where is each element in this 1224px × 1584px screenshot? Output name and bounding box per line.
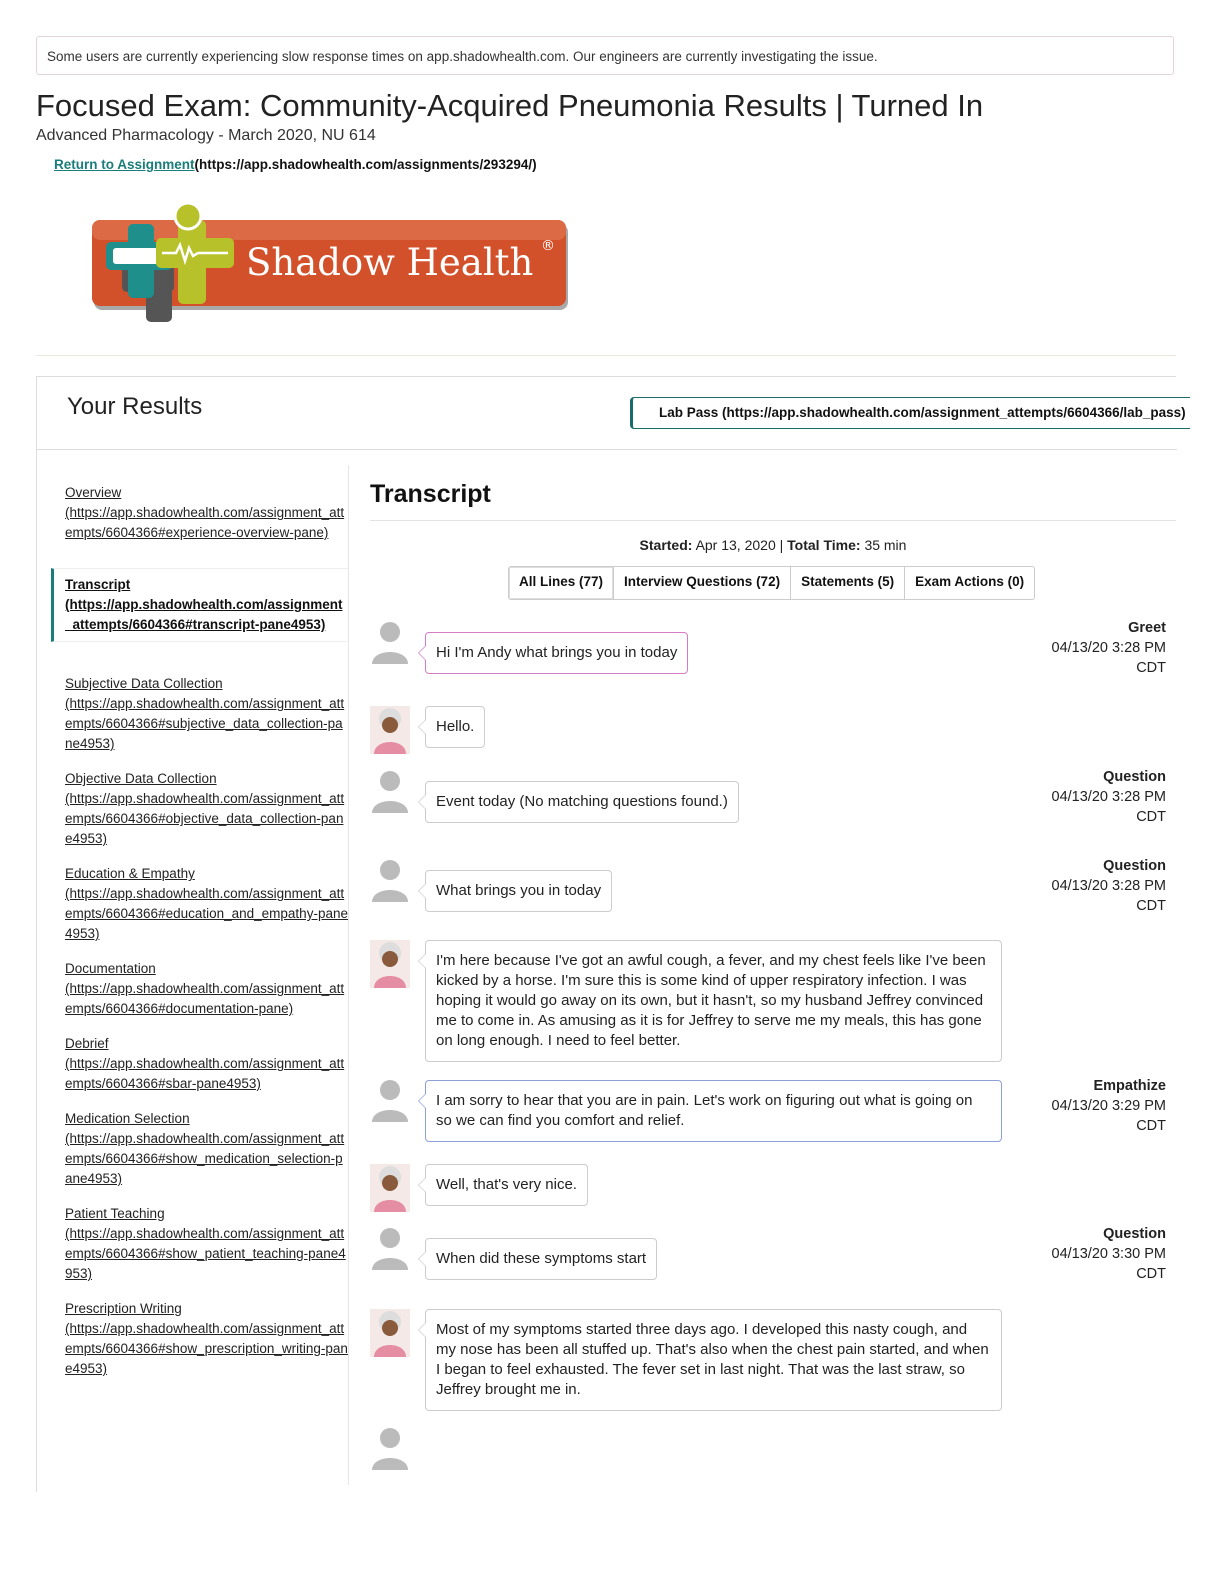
line-type: Empathize xyxy=(1093,1078,1166,1094)
sidebar-item-url: (https://app.shadowhealth.com/assignment… xyxy=(65,597,343,632)
line-meta: Greet 04/13/20 3:28 PM CDT xyxy=(1052,618,1166,678)
line-meta: Question 04/13/20 3:30 PM CDT xyxy=(1052,1224,1166,1284)
line-meta: Question 04/13/20 3:28 PM CDT xyxy=(1052,856,1166,916)
sidebar-item-transcript[interactable]: Transcript (https://app.shadowhealth.com… xyxy=(51,568,349,642)
sidebar-item-url: (https://app.shadowhealth.com/assignment… xyxy=(65,696,345,751)
student-avatar-icon xyxy=(370,767,410,815)
sidebar-item-url: (https://app.shadowhealth.com/assignment… xyxy=(65,1056,345,1091)
message-bubble: I am sorry to hear that you are in pain.… xyxy=(418,1080,1002,1142)
message-bubble: When did these symptoms start xyxy=(417,1238,658,1280)
transcript-filter-tabs: All Lines (77) Interview Questions (72) … xyxy=(508,566,1036,600)
patient-avatar-icon xyxy=(370,1164,410,1212)
sidebar-item-url: (https://app.shadowhealth.com/assignment… xyxy=(65,886,348,941)
total-time-value: 35 min xyxy=(864,537,907,553)
student-avatar-icon xyxy=(370,1224,410,1272)
line-type: Question xyxy=(1103,858,1166,874)
tab-interview-questions[interactable]: Interview Questions (72) xyxy=(614,567,792,599)
sidebar-item-label: Subjective Data Collection xyxy=(65,676,223,691)
return-url: (https://app.shadowhealth.com/assignment… xyxy=(194,157,537,172)
sidebar-item-label: Objective Data Collection xyxy=(65,771,217,786)
transcript-title: Transcript xyxy=(370,480,491,508)
patient-avatar-icon xyxy=(370,940,410,988)
line-timezone: CDT xyxy=(1136,898,1166,914)
message-bubble: Hello. xyxy=(417,706,486,748)
message-bubble: I'm here because I've got an awful cough… xyxy=(418,940,1002,1062)
line-time: 04/13/20 3:28 PM xyxy=(1051,640,1166,656)
results-sidebar: Overview (https://app.shadowhealth.com/a… xyxy=(51,465,349,1485)
student-avatar-icon xyxy=(370,856,410,904)
line-timezone: CDT xyxy=(1136,1118,1166,1134)
course-subtitle: Advanced Pharmacology - March 2020, NU 6… xyxy=(36,127,376,144)
tab-all-lines[interactable]: All Lines (77) xyxy=(509,567,615,599)
sidebar-item-prescription-writing[interactable]: Prescription Writing (https://app.shadow… xyxy=(51,1299,349,1379)
notice-banner: Some users are currently experiencing sl… xyxy=(36,36,1174,75)
results-title: Your Results xyxy=(67,393,203,420)
session-summary: Started: Apr 13, 2020 | Total Time: 35 m… xyxy=(370,537,1176,553)
line-time: 04/13/20 3:28 PM xyxy=(1051,789,1166,805)
results-header: Your Results Lab Pass (https://app.shado… xyxy=(37,377,1190,450)
sidebar-item-label: Documentation xyxy=(65,961,156,976)
student-avatar-icon xyxy=(370,618,410,666)
sidebar-item-documentation[interactable]: Documentation (https://app.shadowhealth.… xyxy=(51,959,349,1019)
sidebar-item-label: Transcript xyxy=(65,577,131,592)
sidebar-item-patient-teaching[interactable]: Patient Teaching (https://app.shadowheal… xyxy=(51,1204,349,1284)
sidebar-item-overview[interactable]: Overview (https://app.shadowhealth.com/a… xyxy=(51,483,349,543)
lab-pass-button[interactable]: Lab Pass (https://app.shadowhealth.com/a… xyxy=(630,397,1190,429)
line-type: Question xyxy=(1103,1226,1166,1242)
return-to-assignment: Return to Assignment(https://app.shadowh… xyxy=(54,157,537,172)
message-bubble: What brings you in today xyxy=(417,870,613,912)
total-time-label: Total Time: xyxy=(787,537,861,553)
patient-avatar-icon xyxy=(370,706,410,754)
patient-avatar-icon xyxy=(370,1309,410,1357)
line-type: Greet xyxy=(1128,620,1166,636)
logo-wordmark: Shadow Health xyxy=(246,241,533,284)
sidebar-item-debrief[interactable]: Debrief (https://app.shadowhealth.com/as… xyxy=(51,1034,349,1094)
sidebar-item-label: Debrief xyxy=(65,1036,109,1051)
tab-exam-actions[interactable]: Exam Actions (0) xyxy=(905,567,1034,599)
sidebar-item-url: (https://app.shadowhealth.com/assignment… xyxy=(65,1131,345,1186)
divider xyxy=(370,520,1176,521)
sidebar-item-label: Prescription Writing xyxy=(65,1301,182,1316)
page-title: Focused Exam: Community-Acquired Pneumon… xyxy=(36,88,984,123)
sidebar-item-url: (https://app.shadowhealth.com/assignment… xyxy=(65,1321,348,1376)
sidebar-item-url: (https://app.shadowhealth.com/assignment… xyxy=(65,791,345,846)
student-avatar-icon xyxy=(370,1424,410,1470)
message-bubble: Most of my symptoms started three days a… xyxy=(418,1309,1002,1411)
started-label: Started: xyxy=(639,537,693,553)
started-value: Apr 13, 2020 xyxy=(695,537,776,553)
sidebar-item-label: Medication Selection xyxy=(65,1111,190,1126)
divider xyxy=(36,355,1176,356)
line-timezone: CDT xyxy=(1136,809,1166,825)
sidebar-item-education-empathy[interactable]: Education & Empathy (https://app.shadowh… xyxy=(51,864,349,944)
line-timezone: CDT xyxy=(1136,1266,1166,1282)
sidebar-item-objective-data[interactable]: Objective Data Collection (https://app.s… xyxy=(51,769,349,849)
sidebar-item-label: Overview xyxy=(65,485,122,500)
sidebar-item-url: (https://app.shadowhealth.com/assignment… xyxy=(65,1226,346,1281)
sidebar-item-subjective-data[interactable]: Subjective Data Collection (https://app.… xyxy=(51,674,349,754)
message-bubble: Hi I'm Andy what brings you in today xyxy=(417,632,689,674)
message-bubble: Event today (No matching questions found… xyxy=(418,781,739,823)
logo-registered-mark: ® xyxy=(541,238,555,254)
message-bubble: Well, that's very nice. xyxy=(418,1164,588,1206)
sidebar-item-url: (https://app.shadowhealth.com/assignment… xyxy=(65,981,345,1016)
line-meta: Empathize 04/13/20 3:29 PM CDT xyxy=(1052,1076,1166,1136)
student-avatar-icon xyxy=(370,1076,410,1124)
sidebar-item-url: (https://app.shadowhealth.com/assignment… xyxy=(65,505,345,540)
summary-separator: | xyxy=(779,537,784,553)
line-time: 04/13/20 3:30 PM xyxy=(1051,1246,1166,1262)
return-to-assignment-link[interactable]: Return to Assignment xyxy=(54,157,195,172)
sidebar-item-medication-selection[interactable]: Medication Selection (https://app.shadow… xyxy=(51,1109,349,1189)
line-meta: Question 04/13/20 3:28 PM CDT xyxy=(1052,767,1166,827)
line-time: 04/13/20 3:29 PM xyxy=(1051,1098,1166,1114)
line-timezone: CDT xyxy=(1136,660,1166,676)
sidebar-item-label: Patient Teaching xyxy=(65,1206,165,1221)
sidebar-item-label: Education & Empathy xyxy=(65,866,195,881)
tab-statements[interactable]: Statements (5) xyxy=(791,567,906,599)
line-type: Question xyxy=(1103,769,1166,785)
shadow-health-logo: Shadow Health ® xyxy=(88,198,570,328)
line-time: 04/13/20 3:28 PM xyxy=(1051,878,1166,894)
